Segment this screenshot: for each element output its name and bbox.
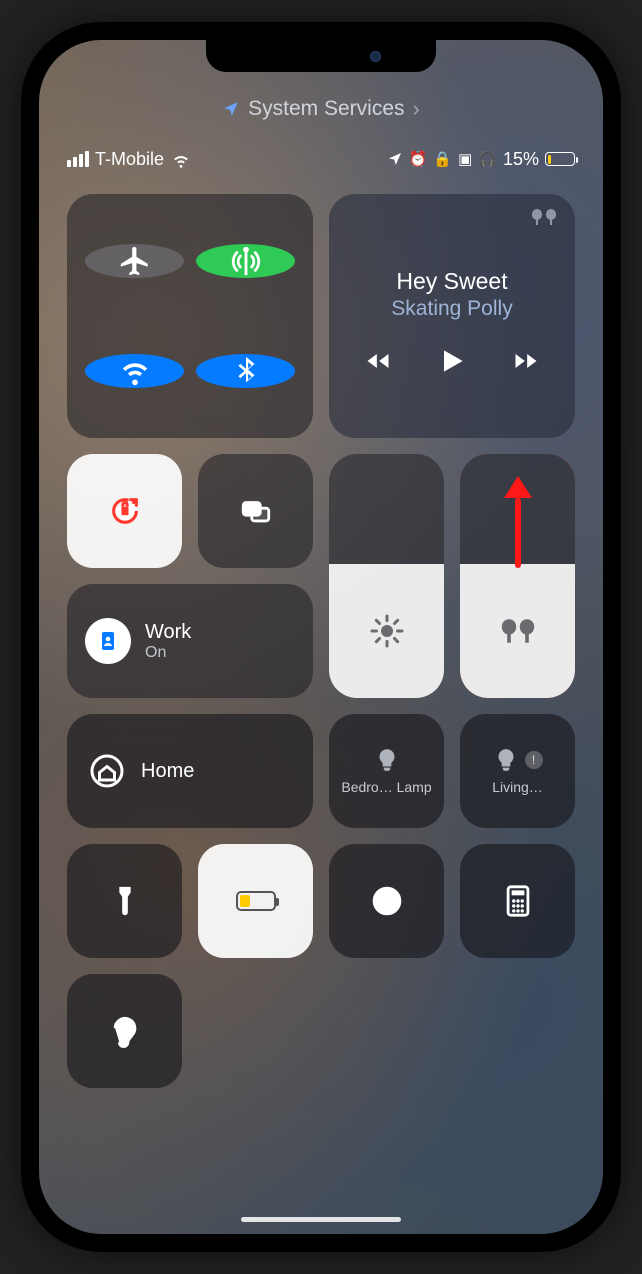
location-status-icon	[387, 151, 403, 167]
status-bar: T-Mobile ⏰ 🔒 ▣ 🎧 15%	[67, 148, 575, 170]
home-tile[interactable]: Home	[67, 714, 313, 828]
play-button[interactable]	[436, 345, 468, 382]
home-indicator[interactable]	[241, 1217, 401, 1222]
forward-icon	[512, 347, 540, 375]
mute-switch	[13, 222, 21, 272]
notch	[206, 40, 436, 72]
rotation-lock-button[interactable]	[67, 454, 182, 568]
wifi-icon	[118, 354, 152, 388]
next-track-button[interactable]	[512, 347, 540, 380]
info-icon: !	[525, 751, 543, 769]
cellular-data-button[interactable]	[196, 244, 295, 278]
airpods-icon	[500, 613, 536, 649]
low-power-mode-button[interactable]	[198, 844, 313, 958]
calculator-button[interactable]	[460, 844, 575, 958]
accessory-bedroom-lamp[interactable]: Bedro… Lamp	[329, 714, 444, 828]
screen-record-button[interactable]	[329, 844, 444, 958]
hearing-button[interactable]	[67, 974, 182, 1088]
bluetooth-button[interactable]	[196, 354, 295, 388]
bulb-icon	[374, 747, 400, 773]
accessory-living-room[interactable]: ! Living…	[460, 714, 575, 828]
volume-up-hw	[13, 302, 21, 392]
headphones-status-icon: 🎧	[478, 150, 497, 168]
bluetooth-icon	[229, 354, 263, 388]
breadcrumb-label: System Services	[248, 97, 404, 121]
media-title: Hey Sweet	[396, 268, 507, 295]
iphone-frame: System Services › T-Mobile ⏰ 🔒 ▣ 🎧 15%	[21, 22, 621, 1252]
rewind-icon	[364, 347, 392, 375]
annotation-arrow-up	[504, 476, 532, 568]
screen: System Services › T-Mobile ⏰ 🔒 ▣ 🎧 15%	[39, 40, 603, 1234]
screen-mirroring-icon	[239, 494, 273, 528]
rotation-lock-status-icon: 🔒	[433, 150, 452, 168]
flashlight-icon	[108, 884, 142, 918]
cellular-antenna-icon	[229, 244, 263, 278]
battery-icon	[545, 152, 575, 166]
screen-mirroring-button[interactable]	[198, 454, 313, 568]
flashlight-button[interactable]	[67, 844, 182, 958]
carrier-label: T-Mobile	[95, 149, 164, 170]
calculator-icon	[501, 884, 535, 918]
battery-icon	[236, 891, 276, 911]
airplane-mode-button[interactable]	[85, 244, 184, 278]
wifi-button[interactable]	[85, 354, 184, 388]
alarm-icon: ⏰	[409, 150, 428, 168]
volume-down-hw	[13, 412, 21, 502]
sun-icon	[369, 613, 405, 649]
breadcrumb[interactable]: System Services ›	[67, 96, 575, 122]
accessory-label: Bedro… Lamp	[341, 779, 431, 795]
connectivity-tile[interactable]	[67, 194, 313, 438]
focus-badge	[85, 618, 131, 664]
volume-slider[interactable]	[460, 454, 575, 698]
power-button-hw	[621, 322, 629, 452]
media-artist: Skating Polly	[391, 297, 512, 321]
airplane-icon	[118, 244, 152, 278]
play-icon	[436, 345, 468, 377]
battery-pct-label: 15%	[503, 149, 539, 170]
now-playing-tile[interactable]: Hey Sweet Skating Polly	[329, 194, 575, 438]
chevron-right-icon: ›	[413, 96, 420, 122]
accessory-label: Living…	[492, 779, 543, 795]
signal-bars-icon	[67, 151, 89, 167]
focus-button[interactable]: Work On	[67, 584, 313, 698]
record-icon	[370, 884, 404, 918]
volume-fill	[460, 564, 575, 698]
home-icon	[89, 753, 125, 789]
wifi-icon	[170, 148, 192, 170]
airpods-mini-icon	[531, 208, 557, 226]
bulb-icon	[493, 747, 519, 773]
location-arrow-icon	[222, 100, 240, 118]
previous-track-button[interactable]	[364, 347, 392, 380]
focus-state: On	[145, 644, 191, 662]
ear-icon	[108, 1014, 142, 1048]
brightness-slider[interactable]	[329, 454, 444, 698]
rotation-lock-icon	[108, 494, 142, 528]
brightness-fill	[329, 564, 444, 698]
home-label: Home	[141, 760, 194, 783]
id-badge-icon	[96, 629, 120, 653]
control-center-grid: Hey Sweet Skating Polly	[67, 194, 575, 1088]
focus-name: Work	[145, 621, 191, 644]
shortcut-status-icon: ▣	[458, 150, 472, 168]
